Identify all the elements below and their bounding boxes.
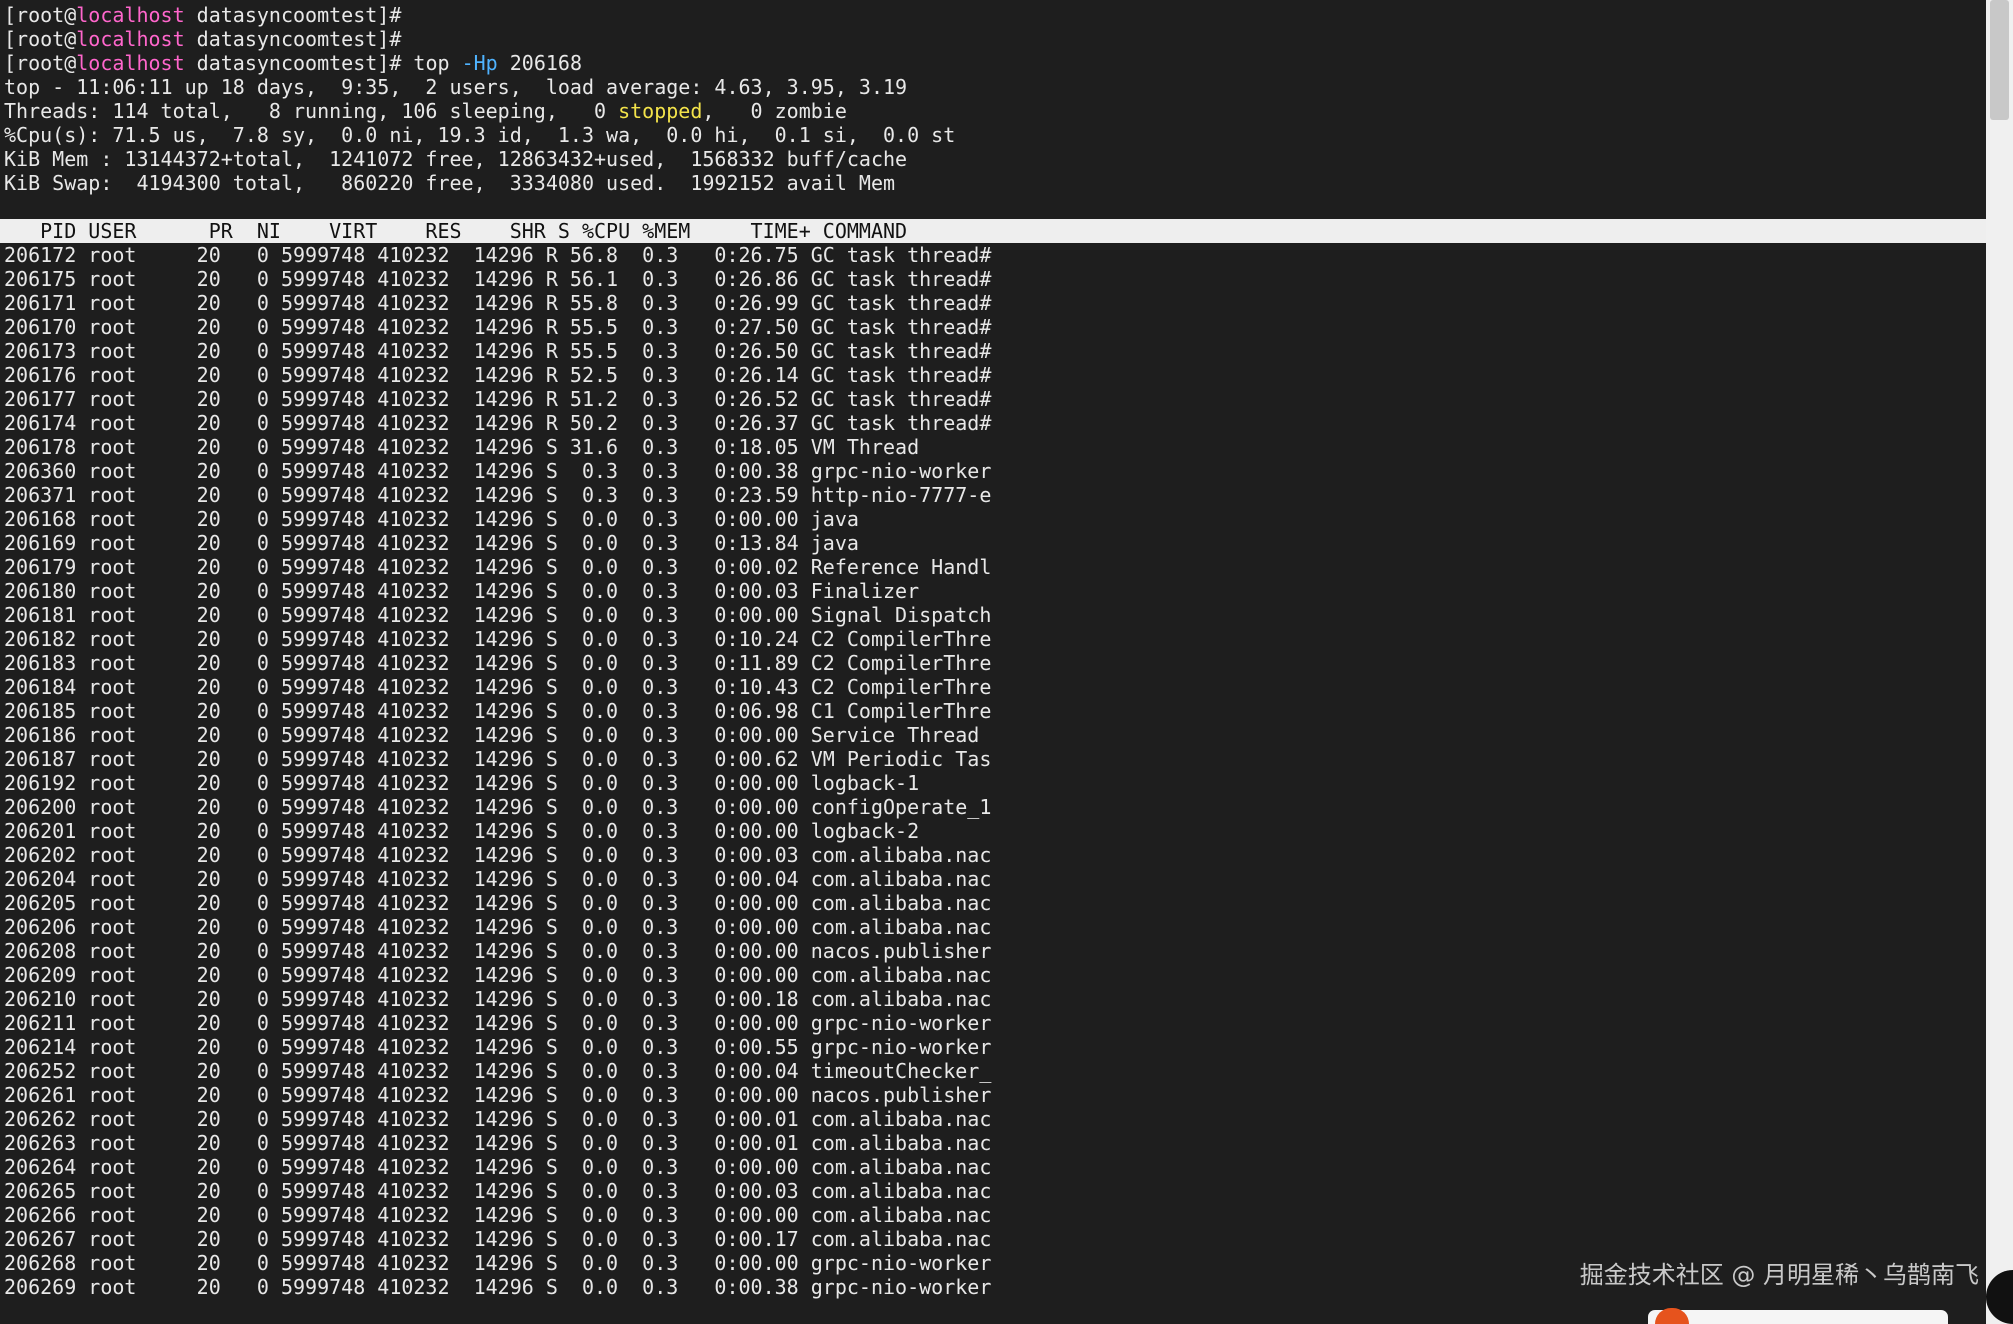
watermark-text: 掘金技术社区 @ 月明星稀丶乌鹊南飞 — [1579, 1261, 1979, 1289]
table-row: 206187 root 20 0 5999748 410232 14296 S … — [4, 747, 992, 771]
table-row: 206175 root 20 0 5999748 410232 14296 R … — [4, 267, 992, 291]
table-row: 206209 root 20 0 5999748 410232 14296 S … — [4, 963, 992, 987]
table-row: 206208 root 20 0 5999748 410232 14296 S … — [4, 939, 992, 963]
prompt-line-2: [root@localhost datasyncoomtest]# — [0, 27, 1986, 51]
table-row: 206192 root 20 0 5999748 410232 14296 S … — [4, 771, 920, 795]
terminal-window[interactable]: [root@localhost datasyncoomtest]# [root@… — [0, 0, 1986, 1324]
watermark-banner — [1648, 1310, 1948, 1324]
table-row: 206172 root 20 0 5999748 410232 14296 R … — [4, 243, 992, 267]
table-row: 206200 root 20 0 5999748 410232 14296 S … — [4, 795, 992, 819]
table-row: 206206 root 20 0 5999748 410232 14296 S … — [4, 915, 992, 939]
prompt-prefix: [root@ — [4, 51, 77, 75]
prompt-line-3: [root@localhost datasyncoomtest]# top -H… — [0, 51, 1986, 75]
table-row: 206174 root 20 0 5999748 410232 14296 R … — [4, 411, 992, 435]
table-row: 206205 root 20 0 5999748 410232 14296 S … — [4, 891, 992, 915]
table-row: 206266 root 20 0 5999748 410232 14296 S … — [4, 1203, 992, 1227]
table-row: 206170 root 20 0 5999748 410232 14296 R … — [4, 315, 992, 339]
prompt-suffix: datasyncoomtest]# — [184, 3, 402, 27]
prompt-prefix: [root@ — [4, 3, 77, 27]
table-row: 206182 root 20 0 5999748 410232 14296 S … — [4, 627, 992, 651]
command-text: top — [401, 51, 462, 75]
table-row: 206171 root 20 0 5999748 410232 14296 R … — [4, 291, 992, 315]
scrollbar-track[interactable] — [1986, 0, 2013, 1324]
table-row: 206183 root 20 0 5999748 410232 14296 S … — [4, 651, 992, 675]
command-arg: 206168 — [497, 51, 583, 75]
prompt-hostname: localhost — [76, 51, 185, 75]
table-row: 206186 root 20 0 5999748 410232 14296 S … — [4, 723, 980, 747]
process-table-body: 206172 root 20 0 5999748 410232 14296 R … — [0, 243, 1986, 1299]
prompt-hostname: localhost — [76, 27, 185, 51]
summary-swap-line: KiB Swap: 4194300 total, 860220 free, 33… — [4, 171, 896, 195]
prompt-hostname: localhost — [76, 3, 185, 27]
table-row: 206176 root 20 0 5999748 410232 14296 R … — [4, 363, 992, 387]
command-flag: -Hp — [461, 51, 498, 75]
table-row: 206261 root 20 0 5999748 410232 14296 S … — [4, 1083, 992, 1107]
threads-before: Threads: 114 total, 8 running, 106 sleep… — [4, 99, 619, 123]
table-row: 206179 root 20 0 5999748 410232 14296 S … — [4, 555, 992, 579]
prompt-prefix: [root@ — [4, 27, 77, 51]
table-row: 206177 root 20 0 5999748 410232 14296 R … — [4, 387, 992, 411]
threads-after: , 0 zombie — [702, 99, 847, 123]
process-table-header: PID USER PR NI VIRT RES SHR S %CPU %MEM … — [0, 219, 1986, 243]
table-row: 206185 root 20 0 5999748 410232 14296 S … — [4, 699, 992, 723]
summary-uptime-line: top - 11:06:11 up 18 days, 9:35, 2 users… — [4, 75, 908, 99]
table-row: 206214 root 20 0 5999748 410232 14296 S … — [4, 1035, 992, 1059]
table-row: 206178 root 20 0 5999748 410232 14296 S … — [4, 435, 920, 459]
table-row: 206262 root 20 0 5999748 410232 14296 S … — [4, 1107, 992, 1131]
table-row: 206184 root 20 0 5999748 410232 14296 S … — [4, 675, 992, 699]
table-row: 206204 root 20 0 5999748 410232 14296 S … — [4, 867, 992, 891]
prompt-line-1: [root@localhost datasyncoomtest]# — [0, 3, 1986, 27]
table-row: 206173 root 20 0 5999748 410232 14296 R … — [4, 339, 992, 363]
table-row: 206180 root 20 0 5999748 410232 14296 S … — [4, 579, 920, 603]
table-row: 206202 root 20 0 5999748 410232 14296 S … — [4, 843, 992, 867]
prompt-suffix: datasyncoomtest]# — [184, 51, 402, 75]
table-row: 206267 root 20 0 5999748 410232 14296 S … — [4, 1227, 992, 1251]
table-row: 206360 root 20 0 5999748 410232 14296 S … — [4, 459, 992, 483]
table-row: 206371 root 20 0 5999748 410232 14296 S … — [4, 483, 992, 507]
table-row: 206210 root 20 0 5999748 410232 14296 S … — [4, 987, 992, 1011]
table-row: 206181 root 20 0 5999748 410232 14296 S … — [4, 603, 992, 627]
summary-cpu-line: %Cpu(s): 71.5 us, 7.8 sy, 0.0 ni, 19.3 i… — [4, 123, 956, 147]
summary-mem-line: KiB Mem : 13144372+total, 1241072 free, … — [4, 147, 908, 171]
table-row: 206169 root 20 0 5999748 410232 14296 S … — [4, 531, 859, 555]
table-row: 206211 root 20 0 5999748 410232 14296 S … — [4, 1011, 992, 1035]
summary-threads-line: Threads: 114 total, 8 running, 106 sleep… — [0, 99, 1986, 123]
table-row: 206168 root 20 0 5999748 410232 14296 S … — [4, 507, 859, 531]
prompt-suffix: datasyncoomtest]# — [184, 27, 402, 51]
table-row: 206201 root 20 0 5999748 410232 14296 S … — [4, 819, 920, 843]
scrollbar-thumb[interactable] — [1990, 0, 2009, 120]
table-row: 206263 root 20 0 5999748 410232 14296 S … — [4, 1131, 992, 1155]
table-row: 206265 root 20 0 5999748 410232 14296 S … — [4, 1179, 992, 1203]
table-row: 206252 root 20 0 5999748 410232 14296 S … — [4, 1059, 992, 1083]
threads-stopped-label: stopped — [618, 99, 703, 123]
table-row: 206264 root 20 0 5999748 410232 14296 S … — [4, 1155, 992, 1179]
